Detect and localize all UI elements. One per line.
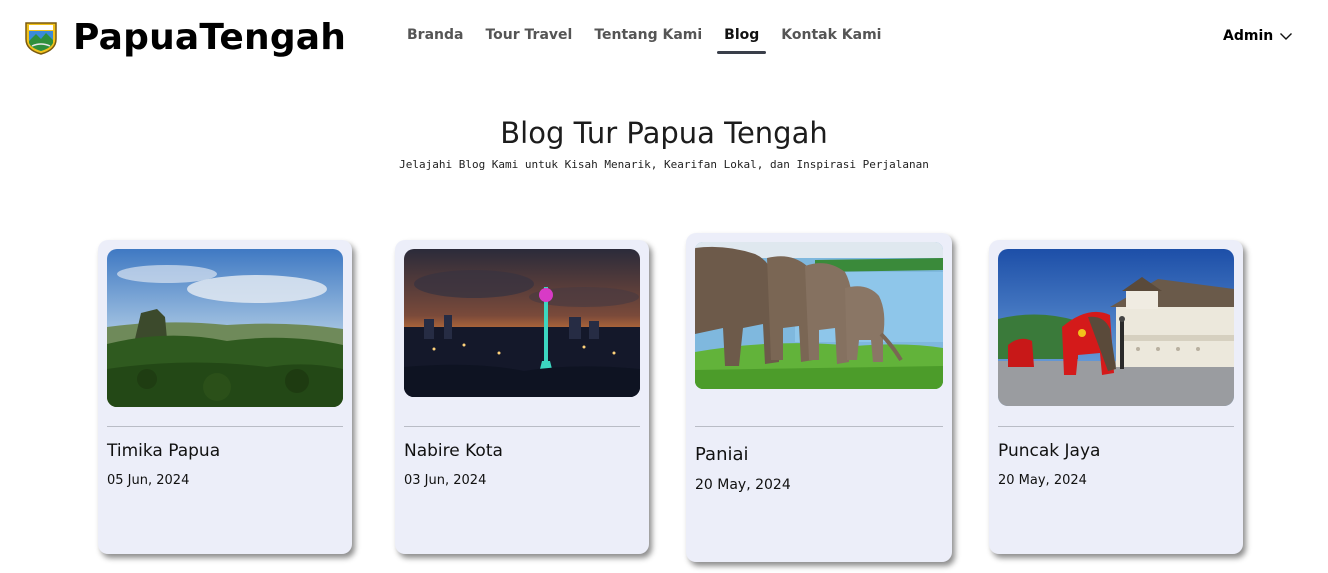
blog-card-timika[interactable]: Timika Papua 05 Jun, 2024 [98, 240, 352, 554]
nav-tour-travel[interactable]: Tour Travel [477, 24, 580, 54]
main-nav: Branda Tour Travel Tentang Kami Blog Kon… [399, 24, 895, 54]
card-title[interactable]: Paniai [695, 444, 749, 465]
chevron-down-icon [1280, 33, 1293, 40]
nav-tentang-kami[interactable]: Tentang Kami [586, 24, 710, 54]
nav-kontak-kami[interactable]: Kontak Kami [773, 24, 889, 54]
card-date: 20 May, 2024 [695, 477, 791, 493]
card-title[interactable]: Nabire Kota [404, 441, 503, 461]
card-date: 05 Jun, 2024 [107, 473, 190, 488]
card-divider [107, 426, 343, 427]
card-date: 20 May, 2024 [998, 473, 1087, 488]
card-title[interactable]: Timika Papua [107, 441, 220, 461]
blog-card-image[interactable] [998, 249, 1234, 406]
page-title: Blog Tur Papua Tengah [500, 116, 828, 150]
card-title[interactable]: Puncak Jaya [998, 441, 1100, 461]
card-divider [998, 426, 1234, 427]
card-date: 03 Jun, 2024 [404, 473, 487, 488]
nav-branda[interactable]: Branda [399, 24, 471, 54]
card-divider [695, 426, 943, 427]
blog-card-image[interactable] [107, 249, 343, 407]
blog-card-image[interactable] [404, 249, 640, 397]
card-divider [404, 426, 640, 427]
blog-card-paniai[interactable]: Paniai 20 May, 2024 [686, 233, 952, 562]
brand-name[interactable]: PapuaTengah [73, 16, 346, 60]
province-emblem-icon[interactable] [23, 19, 59, 55]
site-header: PapuaTengah Branda Tour Travel Tentang K… [0, 0, 1328, 80]
blog-card-puncak-jaya[interactable]: Puncak Jaya 20 May, 2024 [989, 240, 1243, 554]
user-menu-label: Admin [1223, 28, 1274, 44]
page-subtitle: Jelajahi Blog Kami untuk Kisah Menarik, … [399, 158, 929, 171]
blog-card-image[interactable] [695, 242, 943, 389]
user-menu-button[interactable]: Admin [1223, 28, 1293, 44]
blog-card-nabire[interactable]: Nabire Kota 03 Jun, 2024 [395, 240, 649, 554]
nav-blog[interactable]: Blog [716, 24, 767, 54]
